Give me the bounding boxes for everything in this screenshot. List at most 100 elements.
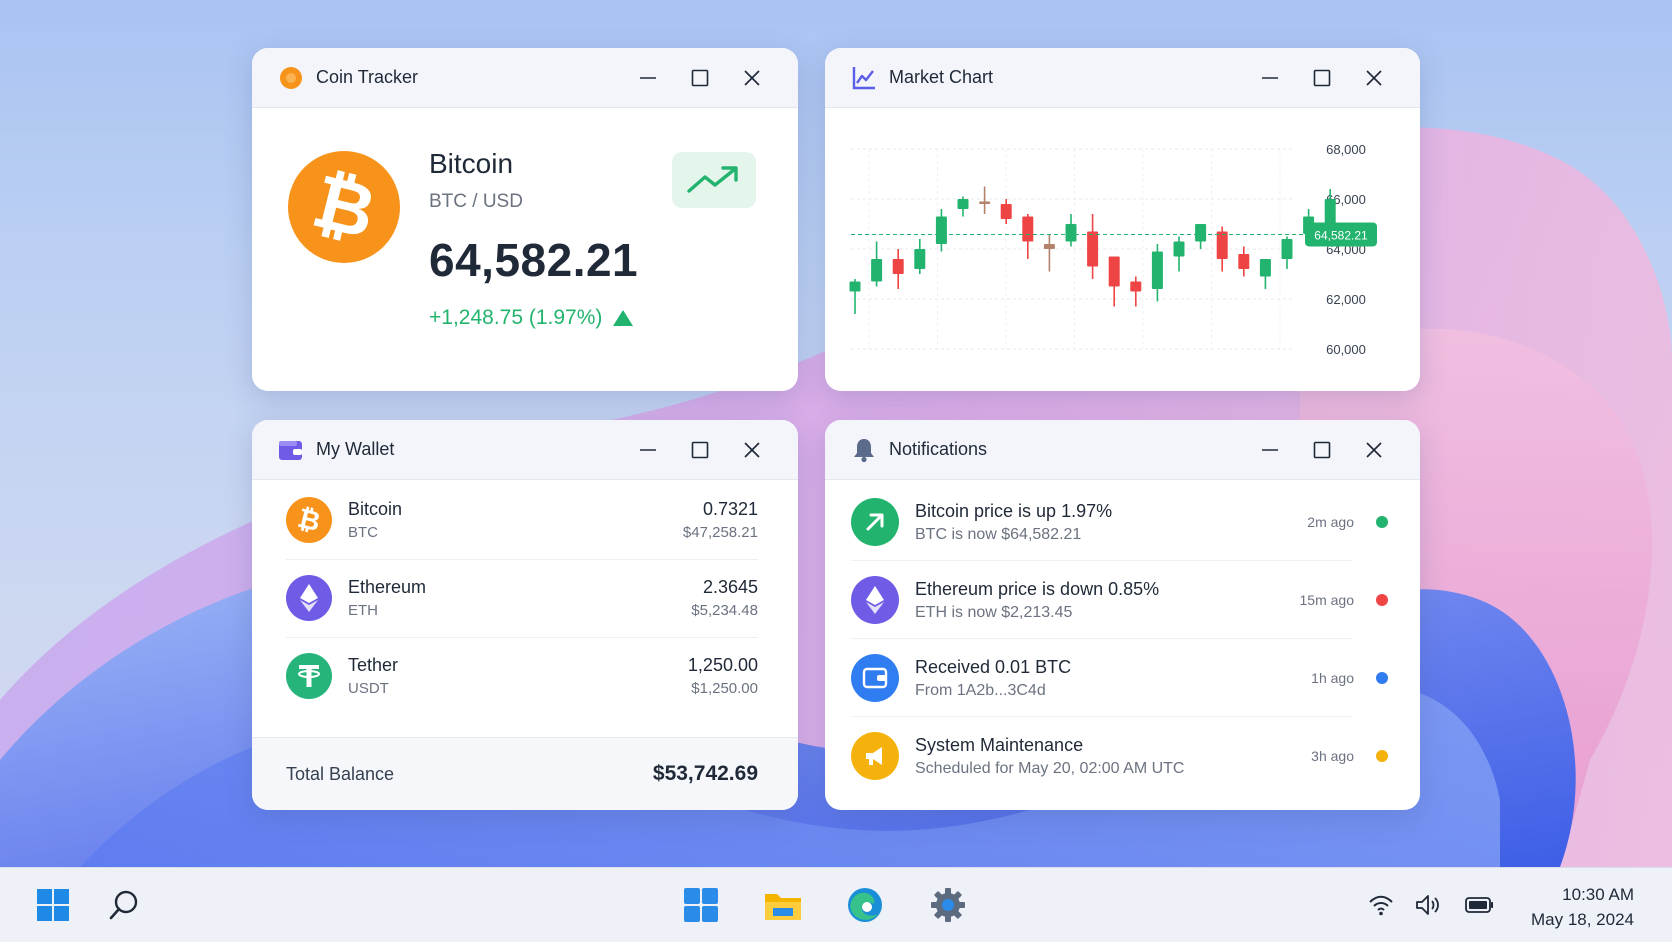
trend-button[interactable] bbox=[672, 152, 756, 208]
candle-body bbox=[957, 199, 969, 209]
asset-usd-value: $5,234.48 bbox=[691, 602, 758, 619]
coin-tracker-titlebar[interactable]: Coin Tracker bbox=[252, 48, 798, 108]
battery-button[interactable] bbox=[1465, 892, 1493, 918]
battery-icon bbox=[1465, 897, 1493, 913]
notification-subtitle: ETH is now $2,213.45 bbox=[915, 603, 1073, 621]
notification-time: 2m ago bbox=[1307, 514, 1354, 530]
volume-button[interactable] bbox=[1415, 892, 1443, 918]
search-button[interactable] bbox=[101, 882, 147, 928]
window-title: Notifications bbox=[889, 439, 988, 459]
task-view-button[interactable] bbox=[678, 882, 724, 928]
minimize-button[interactable] bbox=[622, 430, 674, 470]
notification-subtitle: From 1A2b...3C4d bbox=[915, 681, 1046, 699]
coin-price: 64,582.21 bbox=[429, 234, 639, 286]
candle-body bbox=[1000, 204, 1012, 219]
notification-item[interactable]: Received 0.01 BTC From 1A2b...3C4d 1h ag… bbox=[851, 639, 1388, 717]
windows-start-button[interactable] bbox=[30, 882, 76, 928]
close-button[interactable] bbox=[726, 58, 778, 98]
minimize-button[interactable] bbox=[1244, 58, 1296, 98]
tether-icon bbox=[286, 653, 332, 699]
candle-body bbox=[1065, 224, 1077, 242]
price-change: +1,248.75 (1.97%) bbox=[429, 306, 634, 330]
line-chart-icon bbox=[851, 65, 877, 91]
close-button[interactable] bbox=[1348, 58, 1400, 98]
wallet-row-bitcoin[interactable]: ₿ Bitcoin BTC 0.7321 $47,258.21 bbox=[286, 481, 758, 560]
wifi-button[interactable] bbox=[1367, 892, 1395, 918]
asset-symbol: ETH bbox=[348, 602, 378, 619]
minimize-icon bbox=[640, 448, 656, 451]
orange-dot-icon bbox=[278, 65, 304, 91]
asset-amount: 0.7321 bbox=[702, 499, 758, 519]
status-dot bbox=[1376, 672, 1388, 684]
trending-up-icon bbox=[687, 166, 738, 193]
search-icon bbox=[109, 890, 138, 920]
bell-icon bbox=[851, 437, 877, 463]
market-chart-titlebar[interactable]: Market Chart bbox=[825, 48, 1420, 108]
notification-time: 3h ago bbox=[1311, 748, 1354, 764]
maximize-button[interactable] bbox=[674, 58, 726, 98]
ethereum-icon bbox=[286, 575, 332, 621]
candle-body bbox=[1216, 231, 1228, 259]
y-tick-label: 68,000 bbox=[1326, 142, 1366, 157]
maximize-icon bbox=[691, 69, 709, 86]
asset-name: Tether bbox=[348, 655, 399, 675]
wifi-icon bbox=[1369, 895, 1393, 916]
maximize-icon bbox=[1313, 441, 1331, 458]
edge-browser-button[interactable] bbox=[842, 882, 888, 928]
candle-body bbox=[892, 259, 904, 274]
coin-name: Bitcoin bbox=[429, 148, 514, 179]
close-button[interactable] bbox=[726, 430, 778, 470]
maximize-button[interactable] bbox=[1296, 430, 1348, 470]
candle-body bbox=[1259, 259, 1271, 277]
wallet-icon bbox=[851, 654, 899, 702]
total-balance-label: Total Balance bbox=[286, 763, 395, 784]
notification-item[interactable]: Bitcoin price is up 1.97% BTC is now $64… bbox=[851, 483, 1388, 561]
wallet-titlebar[interactable]: My Wallet bbox=[252, 420, 798, 480]
asset-name: Bitcoin bbox=[348, 499, 403, 519]
candle-body bbox=[979, 201, 991, 204]
coin-pair: BTC / USD bbox=[429, 191, 523, 212]
file-explorer-button[interactable] bbox=[760, 882, 806, 928]
minimize-button[interactable] bbox=[622, 58, 674, 98]
candle-body bbox=[1195, 224, 1207, 242]
status-dot bbox=[1376, 516, 1388, 528]
candle-body bbox=[1151, 251, 1163, 289]
asset-usd-value: $1,250.00 bbox=[691, 680, 758, 697]
candle-body bbox=[1130, 281, 1142, 292]
notification-item[interactable]: Ethereum price is down 0.85% ETH is now … bbox=[851, 561, 1388, 639]
megaphone-icon bbox=[851, 732, 899, 780]
notification-item[interactable]: System Maintenance Scheduled for May 20,… bbox=[851, 717, 1388, 795]
price-change-text: +1,248.75 (1.97%) bbox=[429, 306, 603, 329]
notifications-titlebar[interactable]: Notifications bbox=[825, 420, 1420, 480]
minimize-button[interactable] bbox=[1244, 430, 1296, 470]
notification-title: Bitcoin price is up 1.97% bbox=[915, 500, 1113, 521]
desktop: Coin Tracker ₿ Bitcoin BTC / USD 64,582.… bbox=[0, 0, 1672, 867]
file-explorer-icon bbox=[765, 894, 801, 920]
maximize-button[interactable] bbox=[674, 430, 726, 470]
window-title: My Wallet bbox=[316, 439, 395, 459]
asset-amount: 1,250.00 bbox=[687, 655, 758, 675]
candle-body bbox=[935, 216, 947, 244]
coin-tracker-window: Coin Tracker ₿ Bitcoin BTC / USD 64,582.… bbox=[252, 48, 798, 391]
clock-time: 10:30 AM bbox=[1562, 885, 1634, 904]
minimize-icon bbox=[640, 76, 656, 79]
windows-start-icon bbox=[37, 889, 69, 921]
settings-button[interactable] bbox=[925, 882, 971, 928]
candle-body bbox=[914, 249, 926, 269]
maximize-button[interactable] bbox=[1296, 58, 1348, 98]
minimize-icon bbox=[1262, 76, 1278, 79]
market-chart-window: Market Chart 68,000 66,000 64,000 62,000 60,… bbox=[825, 48, 1420, 391]
system-clock[interactable]: 10:30 AM May 18, 2024 bbox=[1531, 882, 1634, 932]
candle-body bbox=[849, 281, 861, 292]
close-button[interactable] bbox=[1348, 430, 1400, 470]
candle-body bbox=[1087, 231, 1099, 267]
settings-icon bbox=[931, 888, 965, 922]
wallet-row-ethereum[interactable]: Ethereum ETH 2.3645 $5,234.48 bbox=[286, 559, 758, 638]
wallet-icon bbox=[278, 437, 304, 463]
notification-title: Ethereum price is down 0.85% bbox=[915, 578, 1160, 599]
candle-body bbox=[871, 259, 883, 282]
clock-date: May 18, 2024 bbox=[1530, 910, 1634, 929]
current-price-label: 64,582.21 bbox=[1314, 228, 1368, 242]
wallet-row-tether[interactable]: Tether USDT 1,250.00 $1,250.00 bbox=[286, 637, 758, 715]
notification-subtitle: BTC is now $64,582.21 bbox=[915, 525, 1082, 543]
